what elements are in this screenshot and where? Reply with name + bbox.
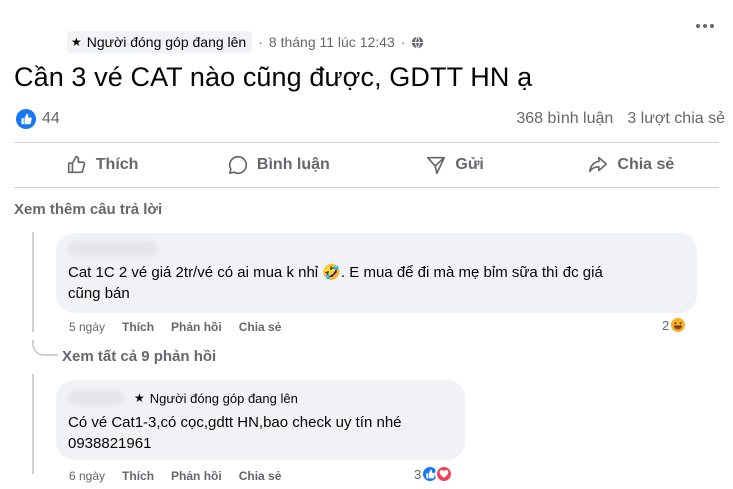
badge-label: Người đóng góp đang lên [86,34,247,50]
comment-text-line2-2: 0938821961 [68,435,152,452]
shares-count[interactable]: 3 lượt chia sẻ [627,110,725,128]
star-icon: ★ [71,35,82,49]
comment-bubble: Cat 1C 2 vé giá 2tr/vé có ai mua k nhỉ 🤣… [56,233,697,313]
thread-connector [32,340,58,356]
rising-contributor-badge: ★ Người đóng góp đang lên [67,31,253,53]
love-icon [435,465,454,483]
reaction-summary[interactable]: 44 [16,109,60,129]
post-stats: 368 bình luận 3 lượt chia sẻ [516,110,725,128]
meta-separator: · [258,34,263,50]
comments-count[interactable]: 368 bình luận [516,110,613,128]
comment-share-button-2[interactable]: Chia sẻ [239,469,282,483]
haha-emoji-icon [669,316,688,334]
badge-label-2: Người đóng góp đang lên [149,390,298,406]
send-icon [427,156,446,175]
post-timestamp[interactable]: 8 tháng 11 lúc 12:43 [269,34,395,50]
post-action-bar: Thích Bình luận Gửi Chia sẻ [14,145,719,185]
comment-text-line2: cũng bán [68,285,130,302]
meta-separator-2: · [400,34,406,50]
comment-actions: 5 ngày Thích Phản hồi Chia sẻ [69,320,281,334]
divider-bottom [14,187,719,188]
comment-reaction-count-2[interactable]: 3 [414,465,454,483]
share-button[interactable]: Chia sẻ [543,145,719,185]
commenter-name-redacted[interactable] [68,241,158,257]
like-button[interactable]: Thích [14,145,190,185]
see-all-replies-link[interactable]: Xem tất cả 9 phản hồi [62,348,216,365]
like-icon [16,109,36,129]
comment-reply-button-2[interactable]: Phản hồi [171,469,222,483]
post-title: Cần 3 vé CAT nào cũng được, GDTT HN ạ [14,62,533,92]
comment-bubble-2: ★ Người đóng góp đang lên Có vé Cat1-3,c… [56,380,465,460]
divider-top [14,142,719,143]
comment-label: Bình luận [256,156,330,173]
comment-share-button[interactable]: Chia sẻ [239,320,282,334]
view-more-replies-link[interactable]: Xem thêm câu trả lời [14,201,162,218]
like-outline-icon [67,155,85,174]
thread-line [32,232,34,332]
share-label: Chia sẻ [617,156,675,173]
commenter-name-redacted-2[interactable] [68,390,124,406]
reaction-count: 44 [42,110,60,127]
comment-age-2[interactable]: 6 ngày [69,469,105,483]
rising-contributor-badge-2: ★ Người đóng góp đang lên [130,388,304,408]
comment-age[interactable]: 5 ngày [69,320,105,334]
comment-reaction-count[interactable]: 2 [662,316,688,334]
comment-like-button-2[interactable]: Thích [122,469,154,483]
comment-icon [228,155,248,175]
globe-icon [412,35,424,49]
reaction-number-2: 3 [414,466,422,482]
star-icon-2: ★ [134,391,145,405]
share-icon [589,156,608,173]
comment-text-line1-2: Có vé Cat1-3,có cọc,gdtt HN,bao check uy… [68,414,402,431]
send-button[interactable]: Gửi [367,145,543,185]
send-label: Gửi [455,156,484,173]
reaction-number: 2 [662,317,670,333]
post-meta: ★ Người đóng góp đang lên · 8 tháng 11 l… [67,31,424,53]
more-icon [696,24,700,28]
comment-text-line1: Cat 1C 2 vé giá 2tr/vé có ai mua k nhỉ 🤣… [68,264,603,281]
comment-reply-button[interactable]: Phản hồi [171,320,222,334]
comment-button[interactable]: Bình luận [190,145,366,185]
comment-like-button[interactable]: Thích [122,320,154,334]
more-options-button[interactable] [693,18,717,34]
like-label: Thích [95,156,139,173]
thread-line-2 [32,374,34,474]
comment-actions-2: 6 ngày Thích Phản hồi Chia sẻ [69,469,281,483]
